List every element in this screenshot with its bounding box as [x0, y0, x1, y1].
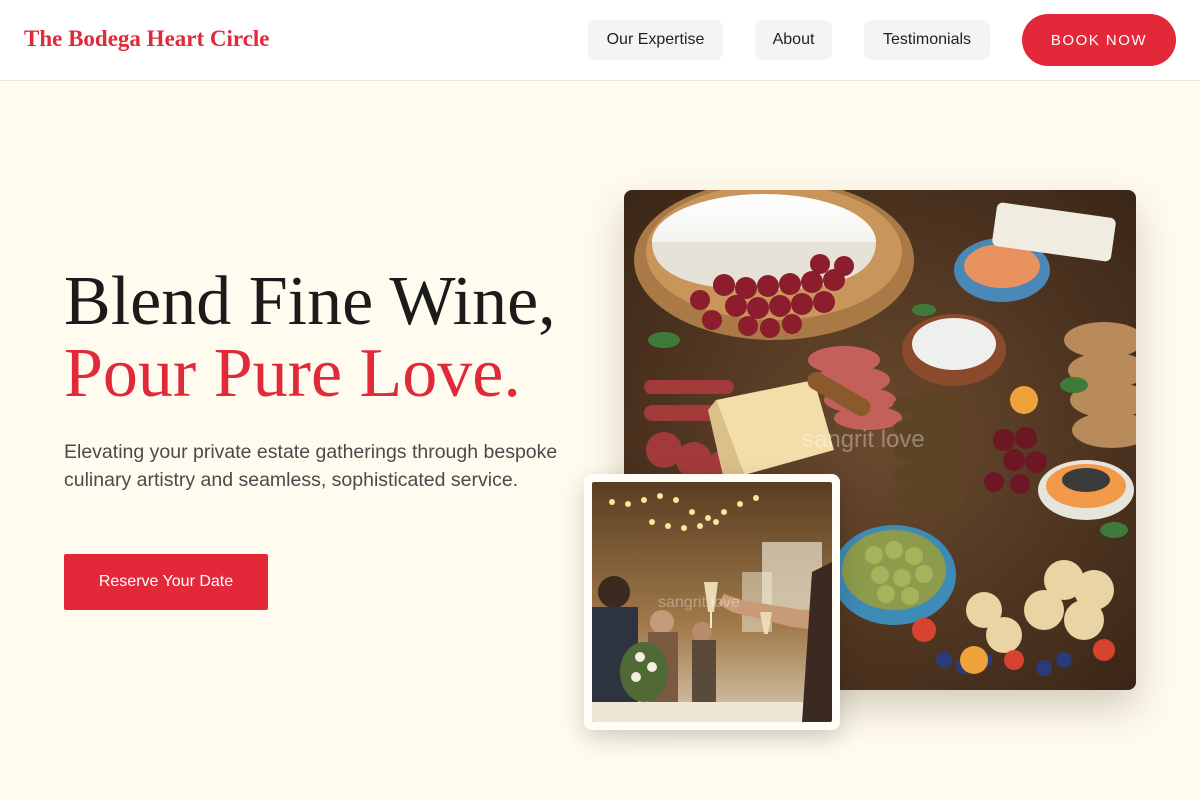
nav-item-our-expertise[interactable]: Our Expertise	[588, 20, 723, 60]
book-now-button[interactable]: BOOK NOW	[1022, 14, 1176, 66]
top-navigation-bar: The Bodega Heart Circle Our Expertise Ab…	[0, 0, 1200, 81]
celebration-photo-frame: sangrit love	[584, 474, 840, 730]
main-image-watermark: sangrit love	[802, 426, 925, 453]
reserve-your-date-button[interactable]: Reserve Your Date	[64, 554, 268, 610]
brand-logo-text[interactable]: The Bodega Heart Circle	[24, 26, 270, 52]
hero-headline: Blend Fine Wine, Pour Pure Love.	[64, 266, 556, 410]
hero-headline-line-2: Pour Pure Love.	[64, 335, 521, 412]
hero-subtext: Elevating your private estate gatherings…	[64, 441, 558, 491]
hero-headline-line-1: Blend Fine Wine,	[64, 263, 556, 340]
nav-item-testimonials[interactable]: Testimonials	[864, 20, 990, 60]
celebration-photo: sangrit love	[592, 482, 832, 722]
secondary-image-watermark: sangrit love	[658, 594, 740, 611]
nav-item-about[interactable]: About	[755, 20, 832, 60]
